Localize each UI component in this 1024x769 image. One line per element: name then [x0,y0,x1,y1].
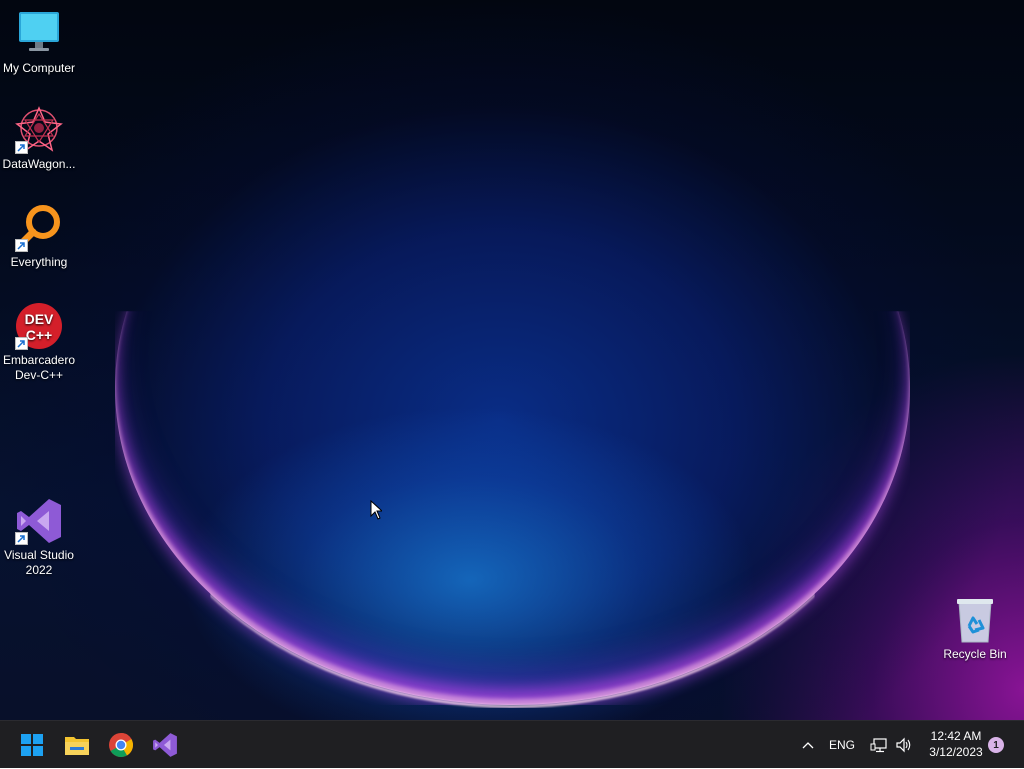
clock-time: 12:42 AM [930,729,982,743]
devcpp-icon: DEV C++ [15,302,63,350]
desktop-icon-label: Recycle Bin [943,647,1007,661]
svg-text:C++: C++ [26,327,52,343]
visual-studio-icon [15,497,63,545]
everything-search-icon [15,204,63,252]
desktop-icon-label: DataWagon... [2,157,76,171]
desktop-icon-everything[interactable]: Everything [0,204,79,270]
start-button[interactable] [14,727,50,763]
recycle-bin-icon [951,596,999,644]
desktop-icon-label: Everything [10,255,68,269]
desktop-icon-label: Embarcadero Dev-C++ [2,353,76,382]
shortcut-arrow-icon [15,239,28,252]
taskbar-visual-studio-button[interactable] [147,727,183,763]
network-button[interactable] [868,721,890,769]
mouse-cursor-icon [370,499,384,525]
chrome-icon [109,733,134,758]
shortcut-arrow-icon [15,337,28,350]
volume-icon [896,737,911,753]
desktop-icon-datawagon[interactable]: DataWagon... [0,106,79,172]
network-icon [870,738,887,753]
desktop-icon-label: Visual Studio 2022 [4,548,74,577]
chevron-up-icon [802,742,814,749]
desktop-icon-my-computer[interactable]: My Computer [0,10,79,76]
desktop-icon-devcpp[interactable]: DEV C++ Embarcadero Dev-C++ [0,302,79,383]
language-indicator[interactable]: ENG [826,721,858,769]
taskbar-chrome-button[interactable] [103,727,139,763]
monitor-icon [15,10,63,58]
svg-text:DEV: DEV [25,311,54,327]
desktop-icon-label: My Computer [2,61,76,75]
desktop-icon-visual-studio[interactable]: Visual Studio 2022 [0,497,79,578]
volume-button[interactable] [892,721,916,769]
taskbar-file-explorer-button[interactable] [59,727,95,763]
desktop-wallpaper[interactable]: My Computer DataWagon... Everything DEV … [0,0,1024,720]
datawagon-icon [15,106,63,154]
shortcut-arrow-icon [15,141,28,154]
folder-icon [65,737,89,755]
visual-studio-icon [153,733,177,757]
clock[interactable]: 12:42 AM 3/12/2023 [918,728,994,760]
clock-date: 3/12/2023 [929,745,983,759]
taskbar: ENG 12:42 AM 3/12/2023 1 [0,720,1024,768]
show-hidden-icons-button[interactable] [796,721,820,769]
desktop-icon-recycle-bin[interactable]: Recycle Bin [935,596,1015,662]
notification-badge[interactable]: 1 [988,737,1004,753]
shortcut-arrow-icon [15,532,28,545]
windows-start-icon [21,734,43,756]
